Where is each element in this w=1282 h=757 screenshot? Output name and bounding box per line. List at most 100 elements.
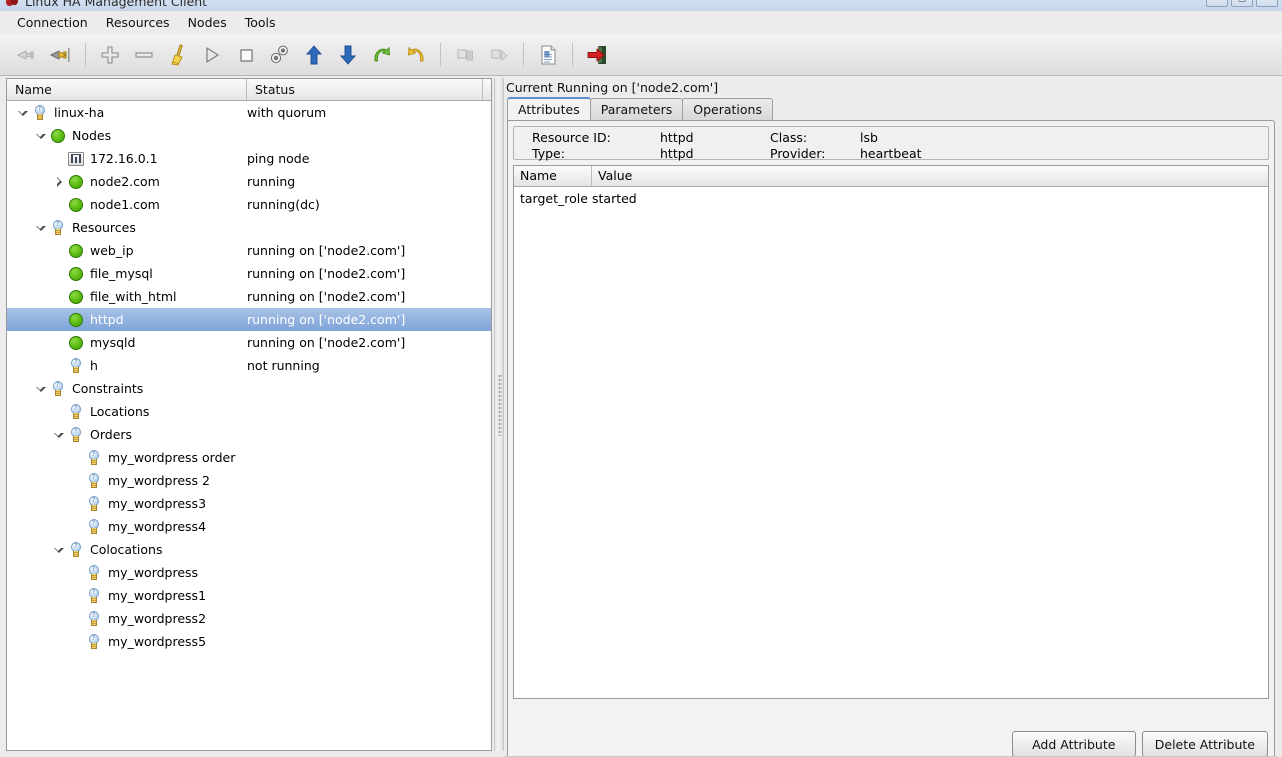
chevron-down-icon[interactable] [33, 381, 49, 397]
tree-row[interactable]: ? h not running [7, 354, 491, 377]
chevron-down-icon[interactable] [51, 542, 67, 558]
activate-icon[interactable] [482, 38, 516, 72]
tree-row[interactable]: file_mysql running on ['node2.com'] [7, 262, 491, 285]
maximize-icon: □ [1238, 0, 1247, 3]
minimize-button[interactable]: – [1206, 0, 1228, 7]
title-bar: Linux HA Management Client – □ ✕ [0, 0, 1282, 11]
tree-row[interactable]: ? Constraints [7, 377, 491, 400]
tree-row-name: Nodes [7, 127, 247, 145]
tree-row-name: ? my_wordpress5 [7, 633, 247, 651]
remove-icon[interactable] [127, 38, 161, 72]
tree-row[interactable]: ? linux-ha with quorum [7, 101, 491, 124]
resource-id-value: httpd [660, 129, 694, 145]
attribute-row[interactable]: target_role started [514, 187, 1268, 209]
add-attribute-button[interactable]: Add Attribute [1011, 731, 1136, 757]
chevron-down-icon[interactable] [33, 128, 49, 144]
manage-icon[interactable] [263, 38, 297, 72]
tab-parameters[interactable]: Parameters [589, 98, 684, 120]
tree-row[interactable]: ? Orders [7, 423, 491, 446]
tree-row[interactable]: web_ip running on ['node2.com'] [7, 239, 491, 262]
tree-column-name[interactable]: Name [7, 79, 247, 100]
tree-row[interactable]: ? my_wordpress1 [7, 584, 491, 607]
tree-row[interactable]: ? my_wordpress [7, 561, 491, 584]
tree-row-status: running on ['node2.com'] [247, 243, 406, 258]
move-up-icon[interactable] [297, 38, 331, 72]
tree-row-label: Constraints [72, 381, 144, 396]
tree-row[interactable]: ? my_wordpress 2 [7, 469, 491, 492]
splitter-grip[interactable] [498, 374, 502, 436]
report-icon[interactable] [531, 38, 565, 72]
tree-row-status: running on ['node2.com'] [247, 312, 406, 327]
attributes-table-body[interactable]: target_role started [514, 187, 1268, 209]
tree-row-label: my_wordpress order [108, 450, 236, 465]
tree-twisty-spacer [69, 565, 85, 581]
tree-row[interactable]: node2.com running [7, 170, 491, 193]
move-down-icon[interactable] [331, 38, 365, 72]
tree-row-name: 172.16.0.1 [7, 150, 247, 168]
delete-attribute-button[interactable]: Delete Attribute [1141, 731, 1268, 757]
tree-twisty-spacer [69, 473, 85, 489]
tree-twisty-spacer [51, 335, 67, 351]
connect-icon[interactable] [10, 38, 44, 72]
tab-operations[interactable]: Operations [682, 98, 773, 120]
chevron-down-icon[interactable] [51, 427, 67, 443]
tree-row[interactable]: ? Locations [7, 400, 491, 423]
tree-row[interactable]: mysqld running on ['node2.com'] [7, 331, 491, 354]
tree-row-name: file_mysql [7, 265, 247, 283]
tree-row[interactable]: file_with_html running on ['node2.com'] [7, 285, 491, 308]
tree-row[interactable]: ? my_wordpress order [7, 446, 491, 469]
start-icon[interactable] [195, 38, 229, 72]
tree-row-label: node1.com [90, 197, 160, 212]
tree-body[interactable]: ? linux-ha with quorum Nodes 172.16.0.1 ping … [7, 101, 491, 750]
attributes-column-value[interactable]: Value [592, 166, 1268, 186]
tree-row[interactable]: ? my_wordpress3 [7, 492, 491, 515]
maximize-button[interactable]: □ [1231, 0, 1253, 7]
disconnect-icon[interactable] [44, 38, 78, 72]
tree-row[interactable]: ? Resources [7, 216, 491, 239]
chevron-right-icon[interactable] [51, 174, 67, 190]
exit-icon[interactable] [580, 38, 614, 72]
tree-row[interactable]: ? my_wordpress2 [7, 607, 491, 630]
tree-row[interactable]: Nodes [7, 124, 491, 147]
tree-row[interactable]: ? Colocations [7, 538, 491, 561]
toolbar-separator-4 [572, 42, 573, 67]
stop-icon[interactable] [229, 38, 263, 72]
unmigrate-icon[interactable] [399, 38, 433, 72]
tree-row[interactable]: ? my_wordpress4 [7, 515, 491, 538]
tree-column-spacer [483, 79, 491, 100]
add-icon[interactable] [93, 38, 127, 72]
attributes-table-header: Name Value [514, 166, 1268, 187]
tree-row[interactable]: httpd running on ['node2.com'] [7, 308, 491, 331]
ping-node-icon [67, 150, 85, 168]
tree-row-label: 172.16.0.1 [90, 151, 158, 166]
tree-row-name: ? my_wordpress4 [7, 518, 247, 536]
tree-row-label: my_wordpress3 [108, 496, 207, 511]
tree-row-name: ? Colocations [7, 541, 247, 559]
menu-nodes[interactable]: Nodes [179, 13, 236, 32]
tab-attributes[interactable]: Attributes [507, 97, 591, 120]
migrate-icon[interactable] [365, 38, 399, 72]
resource-info-row-2: Type: httpd Provider: heartbeat [532, 145, 1268, 161]
tree-row[interactable]: ? my_wordpress5 [7, 630, 491, 653]
menu-tools[interactable]: Tools [236, 13, 285, 32]
cleanup-icon[interactable] [161, 38, 195, 72]
menu-resources[interactable]: Resources [97, 13, 179, 32]
tree-column-status[interactable]: Status [247, 79, 483, 100]
pane-splitter[interactable] [494, 78, 504, 751]
tree-row-label: Orders [90, 427, 133, 442]
close-button[interactable]: ✕ [1256, 0, 1278, 7]
chevron-down-icon[interactable] [15, 105, 31, 121]
window-title: Linux HA Management Client [25, 0, 208, 9]
menu-connection[interactable]: Connection [8, 13, 97, 32]
chevron-down-icon[interactable] [33, 220, 49, 236]
tree-twisty-spacer [51, 289, 67, 305]
tree-row[interactable]: node1.com running(dc) [7, 193, 491, 216]
type-label: Type: [532, 145, 565, 161]
tree-row-name: ? my_wordpress3 [7, 495, 247, 513]
toolbar-separator-3 [523, 42, 524, 67]
tree-row-label: my_wordpress5 [108, 634, 207, 649]
tree-row[interactable]: 172.16.0.1 ping node [7, 147, 491, 170]
lightbulb-icon: ? [31, 104, 49, 122]
standby-icon[interactable] [448, 38, 482, 72]
attributes-column-name[interactable]: Name [514, 166, 592, 186]
